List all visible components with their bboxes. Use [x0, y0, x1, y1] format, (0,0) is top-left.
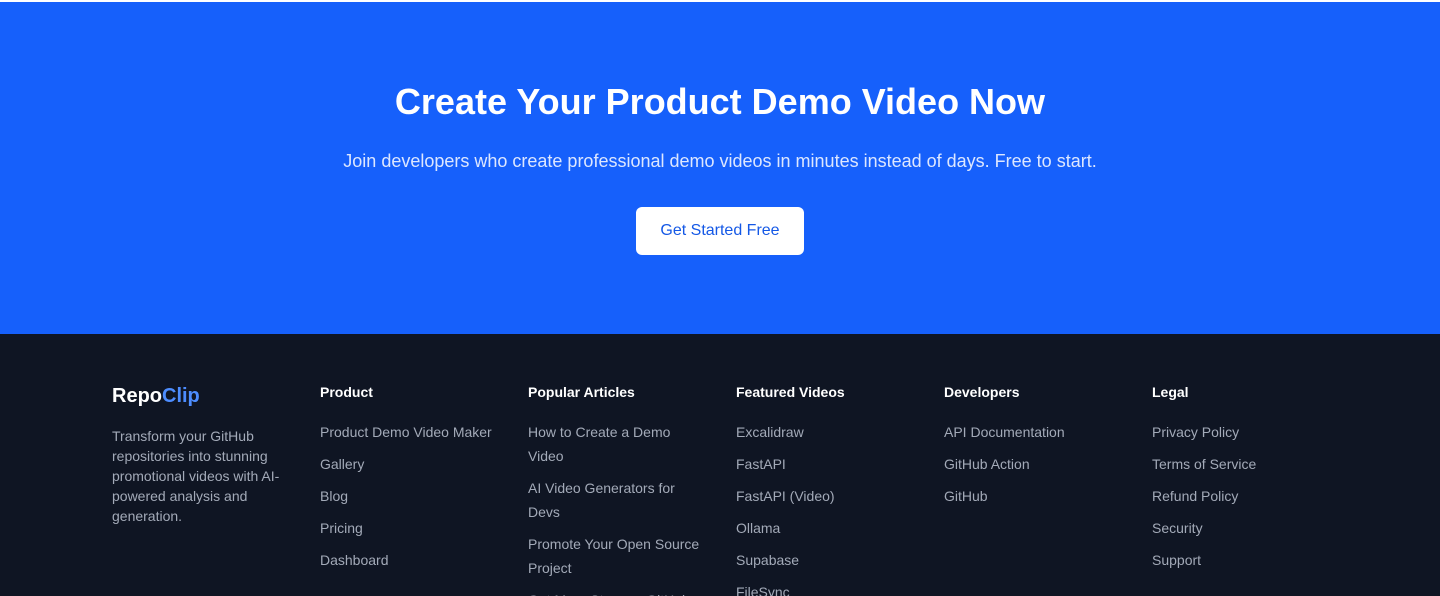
footer-column-title: Featured Videos: [736, 384, 845, 400]
footer-column-title: Popular Articles: [528, 384, 635, 400]
footer-link-dashboard[interactable]: Dashboard: [320, 548, 510, 572]
footer-link-api-documentation[interactable]: API Documentation: [944, 420, 1134, 444]
footer-link-ollama[interactable]: Ollama: [736, 516, 926, 540]
brand-logo[interactable]: RepoClip: [112, 384, 302, 408]
footer-column-legal: Legal Privacy Policy Terms of Service Re…: [1152, 384, 1342, 580]
footer-link-promote-open-source[interactable]: Promote Your Open Source Project: [528, 532, 708, 580]
cta-title: Create Your Product Demo Video Now: [394, 81, 1046, 122]
footer-link-support[interactable]: Support: [1152, 548, 1342, 572]
footer-link-github-action[interactable]: GitHub Action: [944, 452, 1134, 476]
footer-link-blog[interactable]: Blog: [320, 484, 510, 508]
footer-link-fastapi-video[interactable]: FastAPI (Video): [736, 484, 926, 508]
footer-link-pricing[interactable]: Pricing: [320, 516, 510, 540]
footer-link-ai-video-generators[interactable]: AI Video Generators for Devs: [528, 476, 708, 524]
footer-link-github[interactable]: GitHub: [944, 484, 1134, 508]
footer-column-product: Product Product Demo Video Maker Gallery…: [320, 384, 510, 580]
brand-description: Transform your GitHub repositories into …: [112, 428, 280, 524]
footer-link-more-stars-github[interactable]: Get More Stars on GitHub: [528, 588, 708, 596]
site-footer: RepoClip Transform your GitHub repositor…: [0, 334, 1440, 596]
footer-link-filesync[interactable]: FileSync: [736, 580, 926, 596]
brand-name-part1: Repo: [112, 385, 162, 407]
footer-link-product-demo-video-maker[interactable]: Product Demo Video Maker: [320, 420, 510, 444]
get-started-button[interactable]: Get Started Free: [636, 207, 804, 255]
footer-link-privacy-policy[interactable]: Privacy Policy: [1152, 420, 1342, 444]
footer-link-gallery[interactable]: Gallery: [320, 452, 510, 476]
footer-column-popular-articles: Popular Articles How to Create a Demo Vi…: [528, 384, 708, 596]
footer-link-create-demo-video[interactable]: How to Create a Demo Video: [528, 420, 708, 468]
footer-link-refund-policy[interactable]: Refund Policy: [1152, 484, 1342, 508]
footer-link-fastapi[interactable]: FastAPI: [736, 452, 926, 476]
footer-link-security[interactable]: Security: [1152, 516, 1342, 540]
footer-column-featured-videos: Featured Videos Excalidraw FastAPI FastA…: [736, 384, 926, 596]
footer-brand-column: RepoClip Transform your GitHub repositor…: [112, 384, 302, 526]
cta-subtitle: Join developers who create professional …: [343, 151, 1097, 171]
cta-section: Create Your Product Demo Video Now Join …: [0, 2, 1440, 334]
footer-column-title: Product: [320, 384, 373, 400]
footer-link-excalidraw[interactable]: Excalidraw: [736, 420, 926, 444]
brand-name-part2: Clip: [162, 385, 200, 407]
footer-column-title: Legal: [1152, 384, 1189, 400]
footer-link-terms-of-service[interactable]: Terms of Service: [1152, 452, 1342, 476]
footer-column-developers: Developers API Documentation GitHub Acti…: [944, 384, 1134, 516]
footer-link-supabase[interactable]: Supabase: [736, 548, 926, 572]
footer-column-title: Developers: [944, 384, 1020, 400]
